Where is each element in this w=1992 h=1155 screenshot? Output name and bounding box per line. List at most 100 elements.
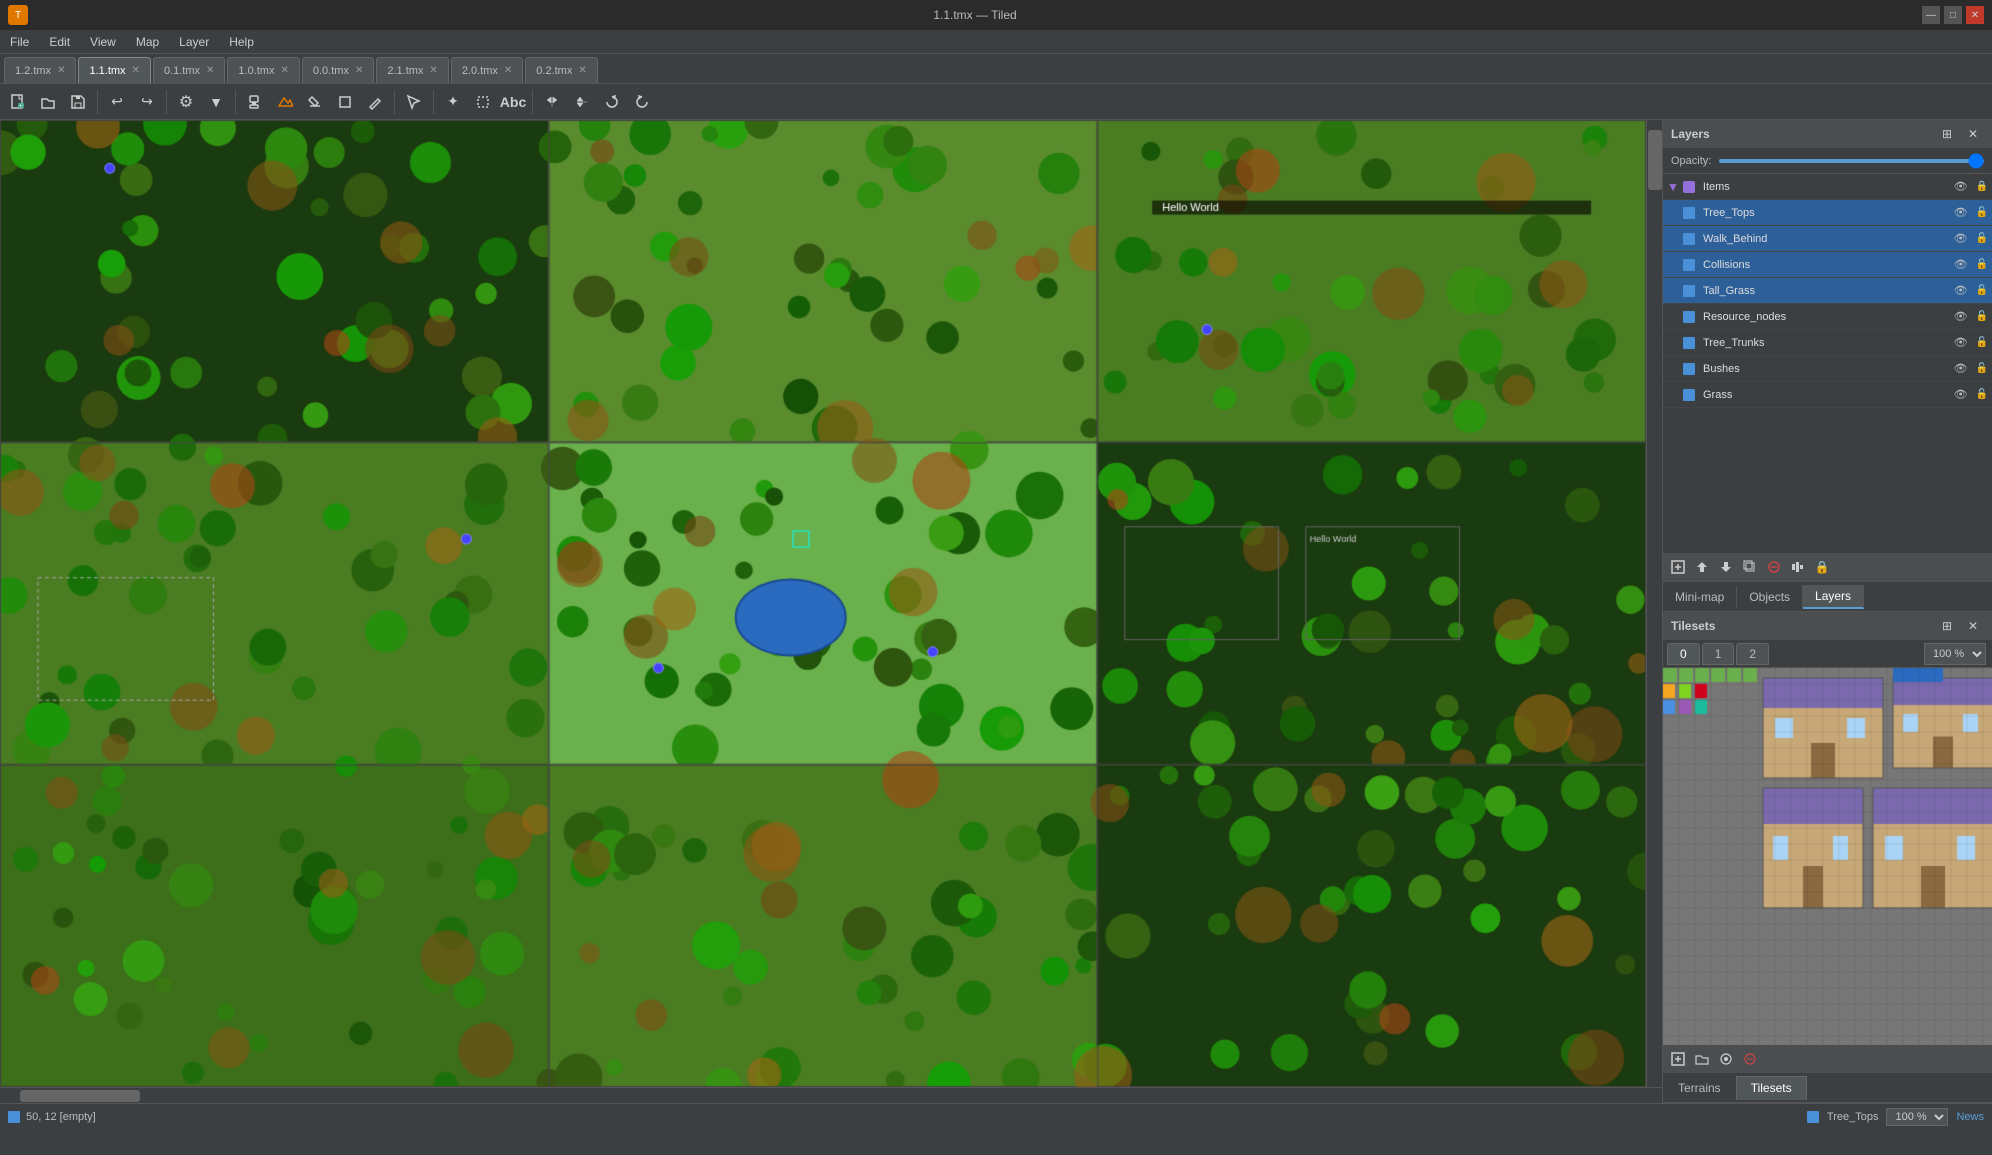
vertical-scrollbar[interactable]	[1646, 120, 1662, 1087]
stamp-brush-button[interactable]	[241, 88, 269, 116]
layer-lock-toggle[interactable]: 🔓	[1976, 389, 1988, 400]
tab-close[interactable]: ✕	[206, 65, 214, 76]
undo-button[interactable]: ↩	[103, 88, 131, 116]
tab-1-1[interactable]: 1.1.tmx ✕	[78, 57, 150, 83]
tab-tilesets[interactable]: Tilesets	[1736, 1076, 1807, 1100]
layer-visibility-toggle[interactable]: 👁	[1954, 310, 1968, 323]
map-canvas[interactable]	[0, 120, 1646, 1087]
layer-visibility-toggle[interactable]: 👁	[1954, 206, 1968, 219]
menu-help[interactable]: Help	[219, 33, 264, 51]
eraser-button[interactable]	[361, 88, 389, 116]
tab-0-0[interactable]: 0.0.tmx ✕	[302, 57, 374, 83]
redo-button[interactable]: ↪	[133, 88, 161, 116]
select-button[interactable]	[400, 88, 428, 116]
tab-close[interactable]: ✕	[57, 65, 65, 76]
menu-layer[interactable]: Layer	[169, 33, 219, 51]
tileset-tab-0[interactable]: 0	[1667, 643, 1700, 665]
close-tilesets-button[interactable]: ✕	[1962, 615, 1984, 637]
maximize-button[interactable]: □	[1944, 6, 1962, 24]
save-button[interactable]	[64, 88, 92, 116]
tab-close[interactable]: ✕	[280, 65, 288, 76]
tab-minimap[interactable]: Mini-map	[1663, 586, 1737, 608]
layer-lock-toggle[interactable]: 🔓	[1976, 207, 1988, 218]
tab-terrains[interactable]: Terrains	[1663, 1076, 1736, 1100]
tab-layers[interactable]: Layers	[1803, 585, 1864, 609]
text-button[interactable]: Abc	[499, 88, 527, 116]
shape-fill-button[interactable]	[331, 88, 359, 116]
layer-lock-toggle[interactable]: 🔓	[1976, 311, 1988, 322]
tab-close[interactable]: ✕	[132, 65, 140, 76]
new-map-button[interactable]: +	[4, 88, 32, 116]
layer-lock-toggle[interactable]: 🔓	[1976, 337, 1988, 348]
menu-view[interactable]: View	[80, 33, 126, 51]
tileset-zoom-select[interactable]: 100 % 200 % 50 %	[1924, 643, 1986, 665]
layer-tree-trunks[interactable]: Tree_Trunks 👁 🔓	[1663, 330, 1992, 356]
open-tileset-button[interactable]	[1691, 1048, 1713, 1070]
tileset-tab-2[interactable]: 2	[1736, 643, 1769, 665]
close-layers-button[interactable]: ✕	[1962, 123, 1984, 145]
tileset-properties-button[interactable]	[1715, 1048, 1737, 1070]
float-layers-button[interactable]: ⊞	[1936, 123, 1958, 145]
layer-collisions[interactable]: Collisions 👁 🔓	[1663, 252, 1992, 278]
layer-visibility-toggle[interactable]: 👁	[1954, 336, 1968, 349]
rotate-ccw-button[interactable]	[628, 88, 656, 116]
zoom-select[interactable]: 100 % 50 % 200 %	[1886, 1108, 1948, 1126]
layer-grass[interactable]: Grass 👁 🔓	[1663, 382, 1992, 408]
terrain-brush-button[interactable]	[271, 88, 299, 116]
minimize-button[interactable]: —	[1922, 6, 1940, 24]
tab-close[interactable]: ✕	[429, 65, 437, 76]
remove-tileset-button[interactable]	[1739, 1048, 1761, 1070]
rotate-cw-button[interactable]	[598, 88, 626, 116]
open-button[interactable]	[34, 88, 62, 116]
layer-tree-tops[interactable]: Tree_Tops 👁 🔓	[1663, 200, 1992, 226]
layer-visibility-toggle[interactable]: 👁	[1954, 284, 1968, 297]
layer-visibility-toggle[interactable]: 👁	[1954, 388, 1968, 401]
move-button[interactable]: ✦	[439, 88, 467, 116]
float-tilesets-button[interactable]: ⊞	[1936, 615, 1958, 637]
tab-1-0[interactable]: 1.0.tmx ✕	[227, 57, 299, 83]
news-label[interactable]: News	[1956, 1111, 1984, 1123]
dropdown-button[interactable]: ▼	[202, 88, 230, 116]
layer-visibility-button[interactable]	[1787, 556, 1809, 578]
layer-visibility-toggle[interactable]: 👁	[1954, 180, 1968, 193]
tileset-canvas[interactable]	[1663, 668, 1992, 1045]
layer-items[interactable]: ▼ Items 👁 🔒	[1663, 174, 1992, 200]
tileset-tab-1[interactable]: 1	[1702, 643, 1735, 665]
menu-map[interactable]: Map	[126, 33, 169, 51]
layer-lock-toggle[interactable]: 🔓	[1976, 259, 1988, 270]
window-controls[interactable]: — □ ✕	[1922, 6, 1984, 24]
layer-bushes[interactable]: Bushes 👁 🔓	[1663, 356, 1992, 382]
layer-lock-toggle[interactable]: 🔓	[1976, 285, 1988, 296]
remove-layer-button[interactable]	[1763, 556, 1785, 578]
layer-tall-grass[interactable]: Tall_Grass 👁 🔓	[1663, 278, 1992, 304]
layer-visibility-toggle[interactable]: 👁	[1954, 232, 1968, 245]
horizontal-scrollbar[interactable]	[0, 1087, 1662, 1103]
tab-close[interactable]: ✕	[355, 65, 363, 76]
tab-2-1[interactable]: 2.1.tmx ✕	[376, 57, 448, 83]
tab-1-2[interactable]: 1.2.tmx ✕	[4, 57, 76, 83]
layer-lock-toggle[interactable]: 🔓	[1976, 363, 1988, 374]
layer-lock-toggle[interactable]: 🔓	[1976, 233, 1988, 244]
tab-objects[interactable]: Objects	[1737, 586, 1803, 608]
menu-edit[interactable]: Edit	[39, 33, 80, 51]
object-select-button[interactable]	[469, 88, 497, 116]
opacity-slider[interactable]	[1719, 159, 1984, 163]
tab-2-0[interactable]: 2.0.tmx ✕	[451, 57, 523, 83]
flip-v-button[interactable]	[568, 88, 596, 116]
bucket-fill-button[interactable]	[301, 88, 329, 116]
duplicate-layer-button[interactable]	[1739, 556, 1761, 578]
layer-visibility-toggle[interactable]: 👁	[1954, 362, 1968, 375]
move-layer-up-button[interactable]	[1691, 556, 1713, 578]
close-button[interactable]: ✕	[1966, 6, 1984, 24]
tab-0-1[interactable]: 0.1.tmx ✕	[153, 57, 225, 83]
layer-lock-toggle[interactable]: 🔒	[1976, 181, 1988, 192]
tab-close[interactable]: ✕	[578, 65, 586, 76]
layer-lock-button[interactable]: 🔒	[1811, 556, 1833, 578]
move-layer-down-button[interactable]	[1715, 556, 1737, 578]
new-tileset-button[interactable]	[1667, 1048, 1689, 1070]
tab-0-2[interactable]: 0.2.tmx ✕	[525, 57, 597, 83]
layer-visibility-toggle[interactable]: 👁	[1954, 258, 1968, 271]
layer-resource-nodes[interactable]: Resource_nodes 👁 🔓	[1663, 304, 1992, 330]
add-tile-layer-button[interactable]	[1667, 556, 1689, 578]
flip-h-button[interactable]	[538, 88, 566, 116]
